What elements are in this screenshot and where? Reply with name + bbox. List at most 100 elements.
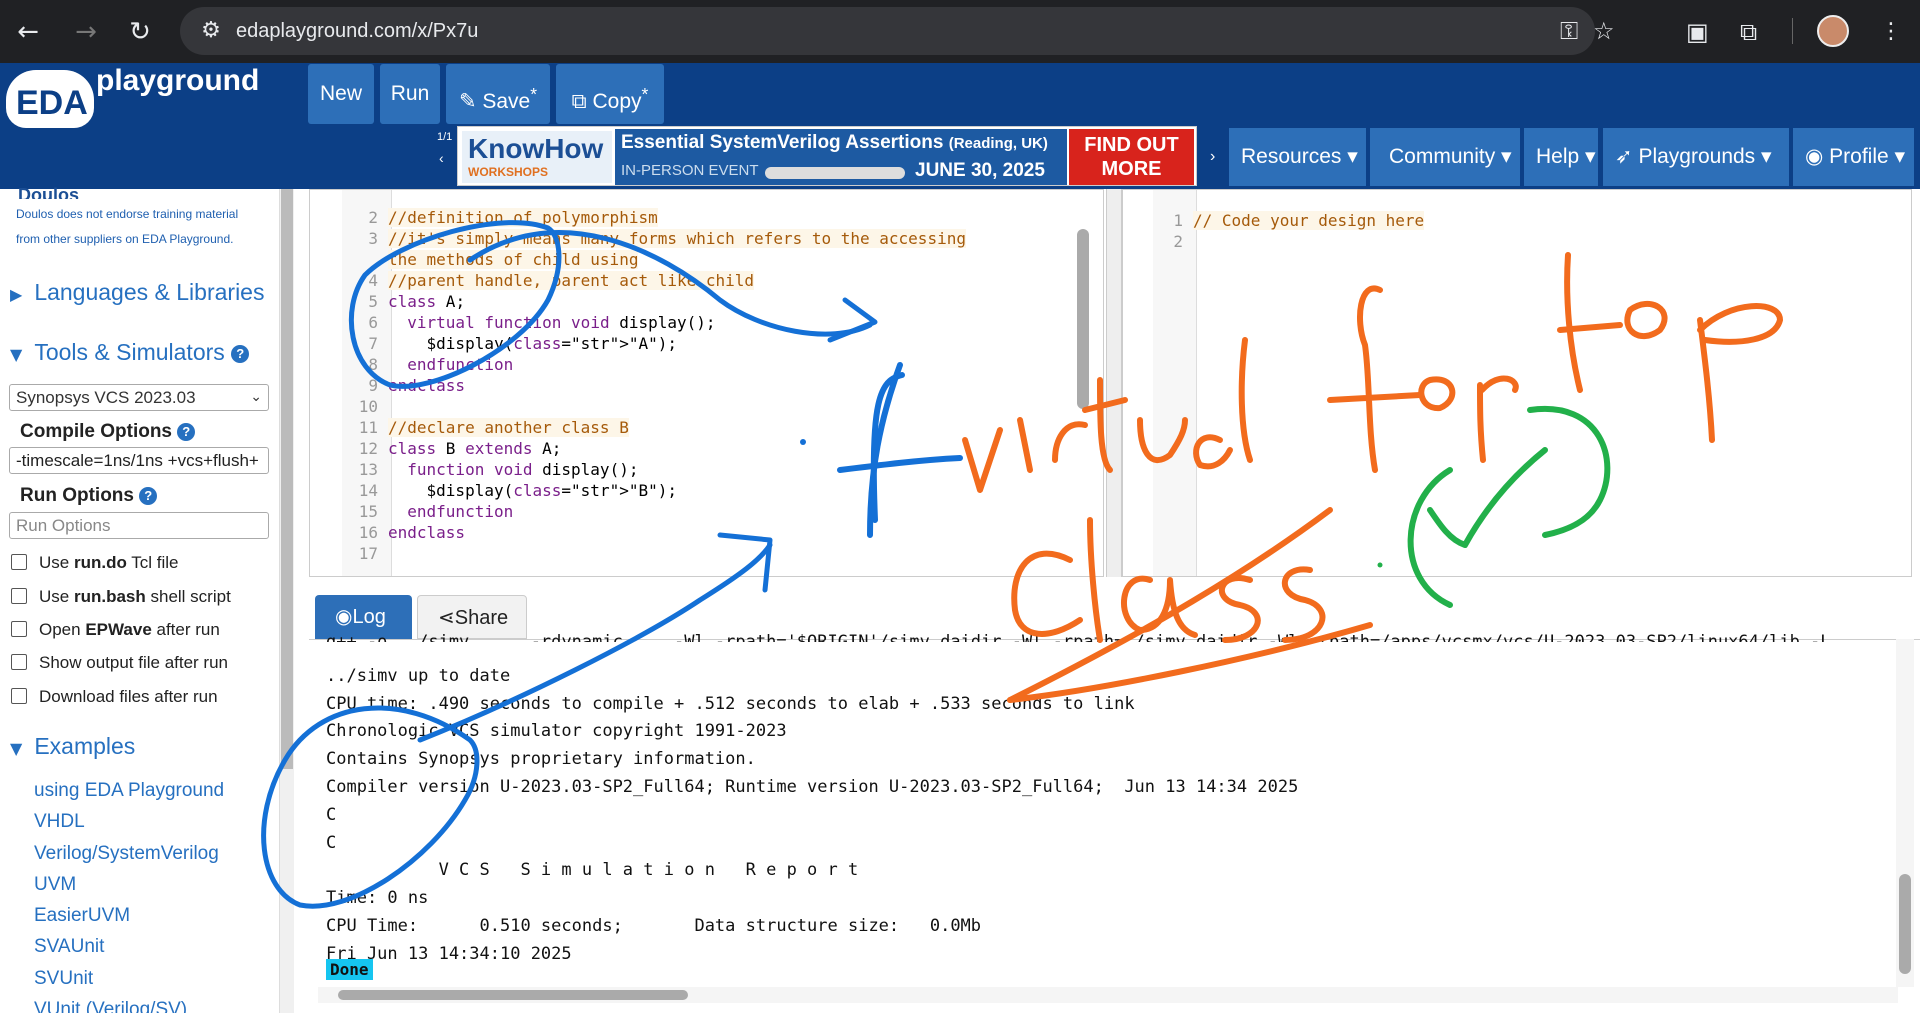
languages-libraries-toggle[interactable]: ▶ Languages & Libraries: [10, 279, 264, 306]
example-link[interactable]: VUnit (Verilog/SV): [34, 999, 187, 1013]
checkbox-run-bash[interactable]: Use run.bash shell script: [11, 587, 231, 607]
code-line[interactable]: 7 $display(class="str">"A");: [310, 333, 677, 354]
cast-icon[interactable]: ▣: [1686, 12, 1709, 52]
checkbox[interactable]: [11, 688, 27, 704]
editor-scrollbar[interactable]: [1074, 189, 1092, 565]
tools-simulators-toggle[interactable]: ▼ Tools & Simulators ?: [10, 339, 250, 366]
banner-title: Essential SystemVerilog Assertions (Read…: [621, 132, 1048, 153]
log-line: CPU Time: 0.510 seconds; Data structure …: [326, 916, 982, 936]
ad-next-icon[interactable]: ›: [1210, 148, 1215, 166]
checkbox[interactable]: [11, 621, 27, 637]
code-line[interactable]: 12 class B extends A;: [310, 438, 562, 459]
checkbox[interactable]: [11, 654, 27, 670]
scrollbar-thumb[interactable]: [281, 189, 293, 769]
code-line[interactable]: the methods of child using: [310, 249, 639, 270]
scrollbar-thumb[interactable]: [1899, 874, 1911, 974]
line-number: 15: [358, 502, 378, 521]
example-link[interactable]: UVM: [34, 874, 76, 896]
help-icon[interactable]: ?: [177, 422, 196, 441]
profile-avatar[interactable]: [1817, 15, 1849, 47]
line-number: 6: [368, 313, 378, 332]
help-icon[interactable]: ?: [139, 486, 158, 505]
forward-icon[interactable]: →: [66, 12, 106, 52]
ad-banner[interactable]: KnowHow WORKSHOPS Essential SystemVerilo…: [457, 126, 1197, 186]
save-button[interactable]: ✎ Save*: [446, 64, 550, 124]
checkbox[interactable]: [11, 588, 27, 604]
examples-toggle[interactable]: ▼ Examples: [10, 733, 135, 760]
checkbox[interactable]: [11, 554, 27, 570]
eda-logo[interactable]: EDA: [6, 70, 94, 128]
banner-cta-button[interactable]: FIND OUT MORE: [1069, 129, 1194, 185]
code-line[interactable]: 14 $display(class="str">"B");: [310, 480, 677, 501]
help-menu[interactable]: Help ▾: [1524, 128, 1598, 186]
code-line[interactable]: 2 //definition of polymorphism: [310, 207, 658, 228]
example-link[interactable]: EasierUVM: [34, 905, 130, 927]
play-circle-icon: ◉: [335, 606, 353, 628]
site-info-icon[interactable]: ⚙: [196, 17, 226, 45]
code-line[interactable]: 11 //declare another class B: [310, 417, 629, 438]
logo-eda-text: EDA: [16, 84, 88, 122]
copy-button[interactable]: ⧉ Copy*: [556, 64, 664, 124]
line-number: 3: [368, 229, 378, 248]
code-line[interactable]: 6 virtual function void display();: [310, 312, 715, 333]
line-number: 12: [358, 439, 378, 458]
banner-brand: KnowHow: [468, 133, 604, 164]
checkbox-run-do[interactable]: Use run.do Tcl file: [11, 553, 179, 573]
log-horizontal-scrollbar[interactable]: [318, 987, 1898, 1003]
example-link[interactable]: Verilog/SystemVerilog: [34, 843, 219, 865]
new-button[interactable]: New: [308, 64, 374, 124]
compile-options-input[interactable]: -timescale=1ns/1ns +vcs+flush+: [9, 447, 269, 474]
code-line[interactable]: 15 endfunction: [310, 501, 514, 522]
code-line[interactable]: 4 //parent handle, parent act like child: [310, 270, 755, 291]
chevron-right-icon: ▶: [10, 285, 23, 304]
reload-icon[interactable]: ↻: [120, 12, 160, 52]
checkbox-show-output[interactable]: Show output file after run: [11, 653, 228, 673]
playgrounds-menu[interactable]: ➶ Playgrounds ▾: [1603, 128, 1789, 186]
code-line[interactable]: 1 // Code your design here: [1123, 210, 1425, 231]
line-number: 9: [368, 376, 378, 395]
checkbox-open-epwave[interactable]: Open EPWave after run: [11, 620, 220, 640]
resources-menu[interactable]: Resources ▾: [1229, 128, 1366, 186]
bookmark-star-icon[interactable]: ☆: [1593, 17, 1615, 45]
code-line[interactable]: 8 endfunction: [310, 354, 513, 375]
address-bar[interactable]: ⚙ edaplayground.com/x/Px7u ⚿ ☆: [180, 7, 1615, 55]
profile-menu[interactable]: ◉ Profile ▾: [1793, 128, 1914, 186]
code-line[interactable]: 9 endclass: [310, 375, 465, 396]
extensions-icon[interactable]: ⧉: [1740, 12, 1757, 52]
design-editor[interactable]: 1 // Code your design here 2: [1122, 189, 1912, 577]
example-link[interactable]: SVUnit: [34, 968, 93, 990]
code-line[interactable]: 13 function void display();: [310, 459, 639, 480]
sidebar-scrollbar[interactable]: [280, 189, 294, 1013]
code-line[interactable]: 3 //it's simply means many forms which re…: [310, 228, 966, 249]
example-link[interactable]: using EDA Playground: [34, 780, 224, 802]
editor-splitter[interactable]: [1106, 189, 1122, 577]
simulator-select[interactable]: Synopsys VCS 2023.03 ⌄: [9, 384, 269, 411]
url-text[interactable]: edaplayground.com/x/Px7u: [236, 20, 478, 43]
compile-options-label: Compile Options ?: [20, 421, 196, 443]
run-button[interactable]: Run: [380, 64, 440, 124]
community-menu[interactable]: Community ▾: [1370, 128, 1520, 186]
code-line[interactable]: 5 class A;: [310, 291, 465, 312]
run-options-input[interactable]: Run Options: [9, 512, 269, 539]
scrollbar-thumb[interactable]: [1077, 229, 1089, 409]
password-key-icon[interactable]: ⚿: [1560, 17, 1578, 45]
code-text: endfunction: [407, 355, 514, 374]
example-link[interactable]: SVAUnit: [34, 936, 104, 958]
code-line[interactable]: 16 endclass: [310, 522, 465, 543]
line-number: 2: [368, 208, 378, 227]
help-icon[interactable]: ?: [231, 344, 250, 363]
code-line[interactable]: 2: [1123, 231, 1193, 252]
testbench-editor[interactable]: 2 //definition of polymorphism 3 //it's sim…: [309, 189, 1104, 577]
checkbox-download-files[interactable]: Download files after run: [11, 687, 218, 707]
log-line: Compiler version U-2023.03-SP2_Full64; R…: [326, 777, 1299, 797]
log-line: V C S S i m u l a t i o n R e p o r t: [326, 860, 859, 881]
example-link[interactable]: VHDL: [34, 811, 85, 833]
code-line[interactable]: 17: [310, 543, 388, 564]
code-line[interactable]: 10: [310, 396, 388, 417]
ad-prev-icon[interactable]: ‹: [439, 150, 444, 166]
scrollbar-thumb[interactable]: [338, 990, 688, 1000]
log-output[interactable]: g++ -o ../simv -rdynamic -Wl,-rpath='$OR…: [309, 632, 1920, 1013]
back-icon[interactable]: ←: [8, 12, 48, 52]
log-vertical-scrollbar[interactable]: [1896, 639, 1914, 987]
kebab-menu-icon[interactable]: ⋮: [1880, 12, 1902, 52]
